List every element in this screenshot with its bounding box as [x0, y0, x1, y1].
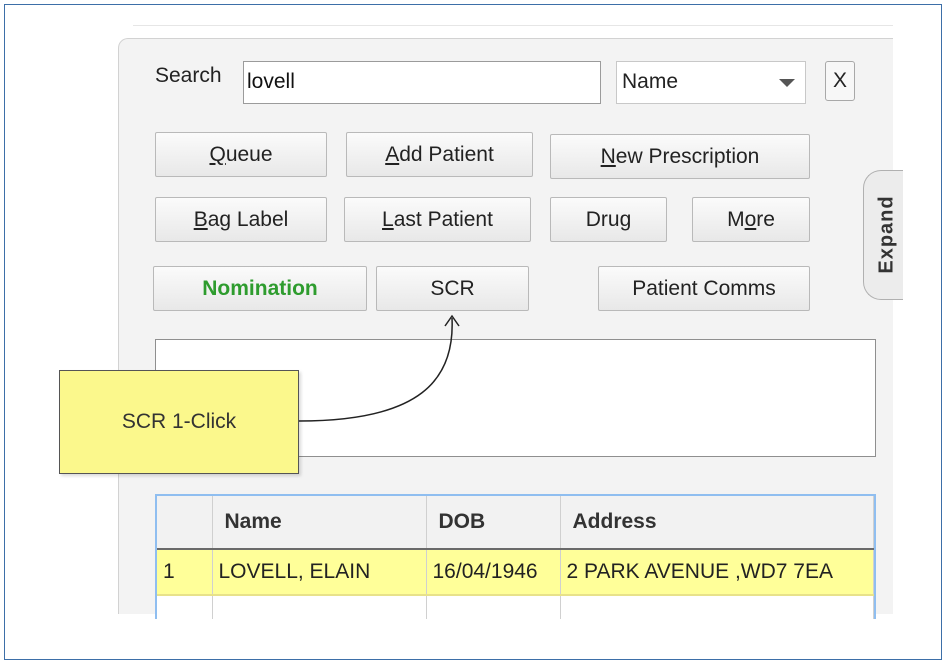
callout-arrow [298, 314, 460, 422]
scr-callout: SCR 1-Click [59, 370, 299, 474]
